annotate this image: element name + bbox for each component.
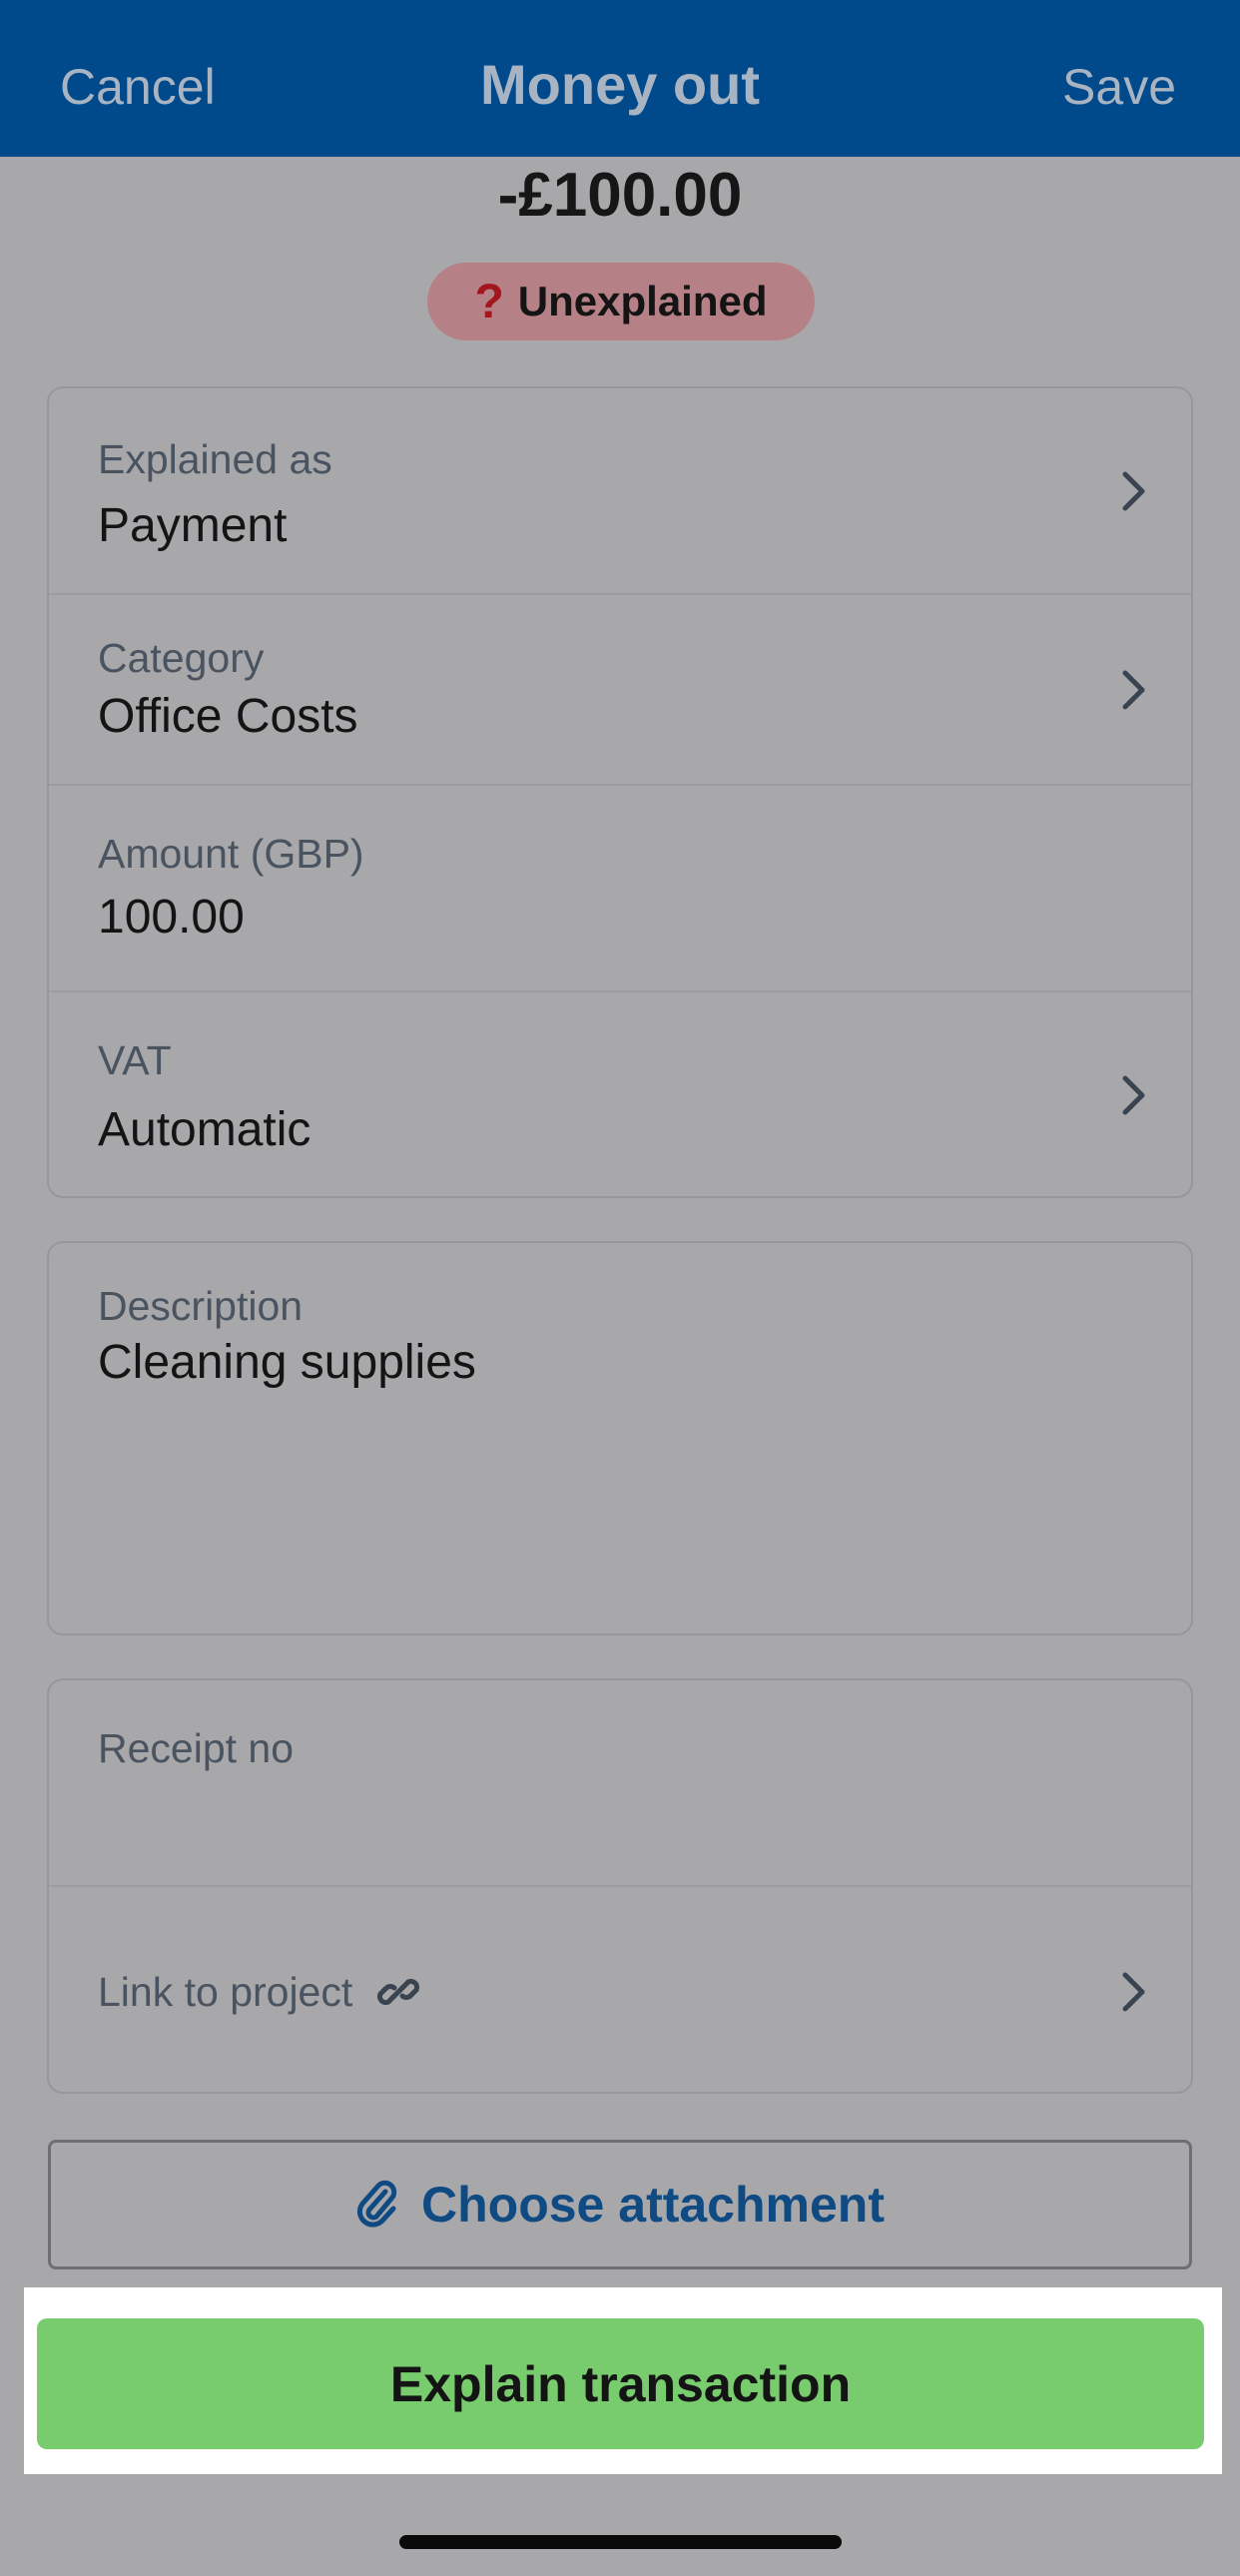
choose-attachment-button[interactable]: Choose attachment bbox=[48, 2140, 1192, 2269]
question-icon: ? bbox=[474, 275, 504, 328]
explained-as-label: Explained as bbox=[98, 436, 332, 482]
vat-row[interactable]: VAT Automatic bbox=[49, 992, 1191, 1196]
receipt-no-label: Receipt no bbox=[98, 1725, 295, 1771]
description-label: Description bbox=[98, 1283, 304, 1329]
chevron-right-icon bbox=[1121, 1074, 1147, 1116]
details-card: Explained as Payment Category Office Cos… bbox=[47, 386, 1193, 1198]
chevron-right-icon bbox=[1121, 470, 1147, 512]
link-to-project: Link to project bbox=[98, 1968, 422, 2016]
receipt-no-row[interactable]: Receipt no bbox=[49, 1680, 1191, 1887]
link-to-project-label: Link to project bbox=[98, 1968, 353, 2015]
nav-bar: Cancel Money out Save bbox=[0, 0, 1240, 157]
link-to-project-row[interactable]: Link to project bbox=[49, 1887, 1191, 2092]
link-icon bbox=[374, 1968, 422, 2016]
description-card[interactable]: Description Cleaning supplies bbox=[47, 1241, 1193, 1635]
explain-transaction-label: Explain transaction bbox=[389, 2355, 852, 2412]
explained-as-row[interactable]: Explained as Payment bbox=[49, 388, 1191, 595]
description-field[interactable]: Description Cleaning supplies bbox=[49, 1243, 1191, 1633]
choose-attachment-label: Choose attachment bbox=[421, 2177, 885, 2233]
page-title: Money out bbox=[480, 53, 760, 116]
category-value: Office Costs bbox=[98, 690, 358, 743]
status-badge: ? Unexplained bbox=[427, 263, 815, 340]
transaction-amount: -£100.00 bbox=[497, 161, 743, 230]
vat-label: VAT bbox=[98, 1037, 172, 1083]
extra-card: Receipt no Link to project bbox=[47, 1678, 1193, 2094]
explain-transaction-button[interactable]: Explain transaction bbox=[37, 2318, 1204, 2449]
home-indicator bbox=[399, 2535, 842, 2549]
status-badge-label: Unexplained bbox=[517, 278, 768, 324]
amount-gbp-field[interactable]: 100.00 bbox=[98, 890, 245, 945]
description-value: Cleaning supplies bbox=[98, 1336, 476, 1389]
vat-value: Automatic bbox=[98, 1103, 311, 1156]
amount-gbp-label: Amount (GBP) bbox=[98, 831, 364, 877]
save-button[interactable]: Save bbox=[1062, 58, 1176, 116]
amount-gbp-row[interactable]: Amount (GBP) 100.00 bbox=[49, 786, 1191, 992]
category-row[interactable]: Category Office Costs bbox=[49, 595, 1191, 786]
chevron-right-icon bbox=[1121, 1971, 1147, 2013]
chevron-right-icon bbox=[1121, 669, 1147, 711]
paperclip-icon bbox=[355, 2178, 399, 2233]
explained-as-value: Payment bbox=[98, 499, 288, 552]
category-label: Category bbox=[98, 635, 265, 681]
